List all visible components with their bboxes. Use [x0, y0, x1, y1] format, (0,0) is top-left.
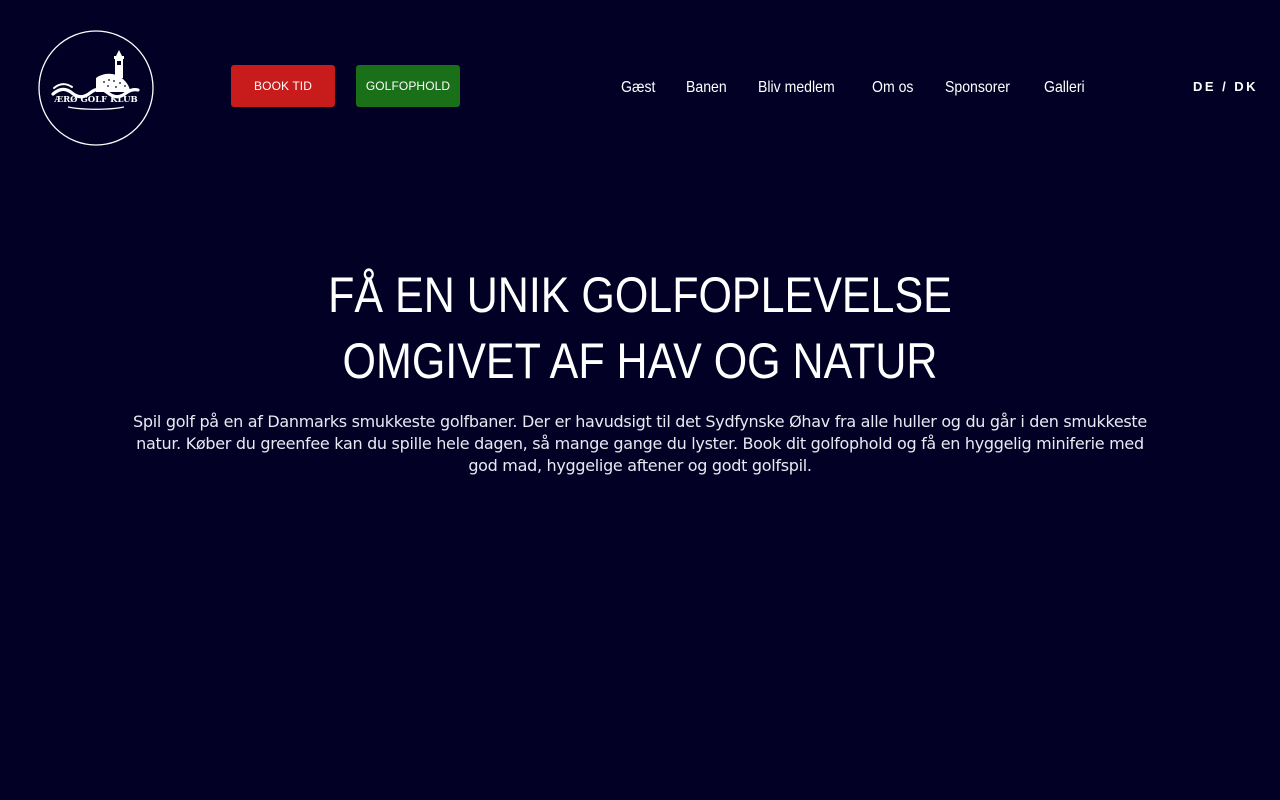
language-separator: /: [1222, 79, 1229, 94]
hero-description: Spil golf på en af Danmarks smukkeste go…: [133, 412, 1147, 475]
nav-item-gallery[interactable]: Galleri: [1044, 79, 1085, 97]
club-logo-icon: ÆRØ GOLF KLUB: [38, 30, 154, 146]
language-dk-link[interactable]: DK: [1234, 79, 1258, 94]
page: ÆRØ GOLF KLUB BOOK TID GOLFOPHOLD Gæst B…: [0, 0, 1280, 800]
main-nav: Gæst Banen Bliv medlem Om os Sponsorer G…: [621, 76, 1087, 100]
nav-item-sponsors[interactable]: Sponsorer: [945, 79, 1010, 97]
nav-item-guest[interactable]: Gæst: [621, 79, 655, 97]
hero-title-line-2: OMGIVET AF HAV OG NATUR: [342, 333, 938, 389]
language-switcher: DE / DK: [1193, 79, 1258, 94]
nav-item-course[interactable]: Banen: [686, 79, 727, 97]
nav-item-become-member[interactable]: Bliv medlem: [758, 79, 835, 97]
hero-title-line-1: FÅ EN UNIK GOLFOPLEVELSE: [328, 267, 952, 323]
club-logo-link[interactable]: ÆRØ GOLF KLUB: [38, 30, 154, 146]
book-tee-time-button[interactable]: BOOK TID: [231, 65, 335, 107]
hero-title: FÅ EN UNIK GOLFOPLEVELSE OMGIVET AF HAV …: [0, 262, 1280, 394]
nav-item-about[interactable]: Om os: [872, 79, 913, 97]
language-de-link[interactable]: DE: [1193, 79, 1216, 94]
logo-text: ÆRØ GOLF KLUB: [53, 94, 137, 105]
golf-stay-button[interactable]: GOLFOPHOLD: [356, 65, 460, 107]
